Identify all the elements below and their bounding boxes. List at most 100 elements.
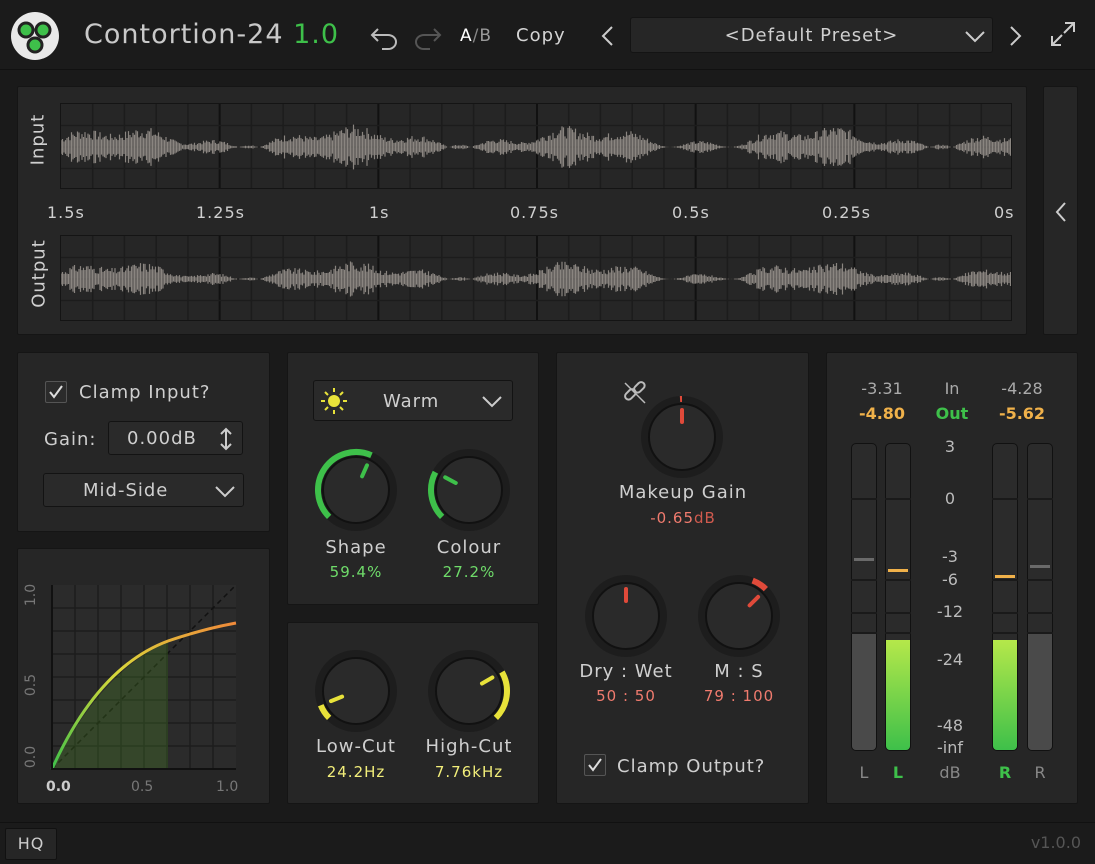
- resize-icon[interactable]: [1049, 20, 1077, 48]
- lowcut-knob[interactable]: [312, 647, 400, 735]
- makeup-gain-value: -0.65dB: [573, 509, 793, 527]
- chevron-down-icon: [482, 396, 502, 408]
- in-right-peak: -4.28: [1001, 379, 1043, 398]
- app-name: Contortion-24: [84, 19, 284, 50]
- clamp-output-label: Clamp Output?: [617, 756, 766, 777]
- time-tick: 1.25s: [196, 203, 245, 222]
- meter-channel-label: R: [998, 763, 1012, 782]
- footer-bar: HQ v1.0.0: [0, 822, 1095, 864]
- meter-scale-tick: -12: [936, 602, 964, 621]
- footer-version: v1.0.0: [1030, 833, 1081, 852]
- input-scope-label: Input: [27, 113, 49, 166]
- meter-scale-tick: -48: [936, 716, 964, 735]
- scope-panel: Input 1.5s 1.25s 1s 0.75s 0.5s 0.25s 0s …: [17, 86, 1027, 335]
- in-label: In: [944, 379, 960, 398]
- meter-scale-tick: -3: [942, 547, 958, 566]
- transfer-curve-graph: [50, 584, 237, 770]
- lowcut-label: Low-Cut: [316, 736, 396, 757]
- dry-wet-knob[interactable]: [582, 572, 670, 660]
- meter-scale-tick: -24: [936, 650, 964, 669]
- curve-x-tick: 0.0: [46, 779, 71, 795]
- updown-arrows-icon[interactable]: [217, 427, 235, 451]
- dry-wet-label: Dry : Wet: [579, 661, 673, 682]
- curve-x-tick: 1.0: [216, 779, 239, 795]
- copy-button[interactable]: Copy: [516, 25, 566, 46]
- top-bar: Contortion-24 1.0 A/B Copy <Default Pres…: [0, 0, 1095, 70]
- makeup-gain-number: -0.65: [650, 509, 694, 527]
- colour-label: Colour: [436, 537, 502, 558]
- output-panel: Makeup Gain -0.65dB Dry : Wet 50 : 50 M …: [556, 352, 809, 804]
- chevron-down-icon: [965, 31, 985, 43]
- meter-channel-label: L: [859, 763, 869, 782]
- prev-preset-icon[interactable]: [598, 24, 618, 48]
- meter-panel: -3.31 In -4.28 -4.80 Out -5.62 3 0 -3 -6…: [826, 352, 1078, 804]
- time-tick: 1s: [369, 203, 390, 222]
- clamp-output-checkbox[interactable]: [584, 754, 606, 776]
- meter-unit: dB: [939, 763, 961, 782]
- side-collapse-button[interactable]: [1043, 86, 1078, 335]
- tone-mode-dropdown[interactable]: Warm: [313, 380, 513, 421]
- out-label: Out: [935, 404, 969, 423]
- clamp-input-checkbox[interactable]: [45, 381, 67, 403]
- curve-y-tick: 0.5: [23, 673, 40, 697]
- meter-channel-label: R: [1034, 763, 1046, 782]
- chevron-left-icon: [1055, 202, 1066, 222]
- checkmark-icon: [49, 385, 63, 399]
- hq-toggle[interactable]: HQ: [5, 828, 57, 860]
- tone-panel: Warm Shape 59.4% Colour 27.2%: [287, 352, 539, 605]
- app-title: Contortion-24 1.0: [84, 19, 339, 50]
- shape-knob[interactable]: [312, 446, 400, 534]
- shape-value: 59.4%: [329, 563, 383, 581]
- highcut-knob[interactable]: [425, 647, 513, 735]
- out-left-peak: -4.80: [858, 404, 906, 423]
- meter-scale-tick: -6: [942, 570, 958, 589]
- colour-knob[interactable]: [425, 446, 513, 534]
- clamp-input-panel: Clamp Input? Gain: 0.00dB Mid-Side: [17, 352, 270, 532]
- highcut-value: 7.76kHz: [434, 763, 504, 781]
- time-axis: 1.5s 1.25s 1s 0.75s 0.5s 0.25s 0s: [43, 203, 1023, 223]
- meter-scale-tick: 3: [944, 437, 956, 456]
- stereo-mode-value: Mid-Side: [83, 480, 169, 501]
- gain-value: 0.00dB: [127, 428, 197, 449]
- shape-label: Shape: [325, 537, 387, 558]
- lowcut-value: 24.2Hz: [326, 763, 386, 781]
- time-tick: 0.5s: [672, 203, 710, 222]
- tone-mode-value: Warm: [383, 391, 440, 412]
- colour-value: 27.2%: [442, 563, 496, 581]
- meter-scale-tick: 0: [944, 489, 956, 508]
- chevron-down-icon: [215, 486, 235, 498]
- ab-a-label: A: [460, 26, 473, 46]
- transfer-curve-panel: 1.0 0.5 0.0 0.0 0.5 1.0: [17, 548, 270, 804]
- mid-side-label: M : S: [714, 661, 764, 682]
- time-tick: 1.5s: [47, 203, 85, 222]
- filter-panel: Low-Cut 24.2Hz High-Cut 7.76kHz: [287, 622, 539, 804]
- output-scope-label: Output: [28, 239, 50, 308]
- output-waveform: [60, 235, 1012, 321]
- meter-scale-tick: -inf: [937, 738, 963, 757]
- in-left-peak: -3.31: [861, 379, 903, 398]
- sun-icon: [321, 388, 347, 414]
- mid-side-knob[interactable]: [695, 572, 783, 660]
- out-right-peak: -5.62: [998, 404, 1046, 423]
- ab-b-label: B: [479, 26, 493, 46]
- curve-y-tick: 0.0: [23, 745, 40, 769]
- preset-name: <Default Preset>: [724, 25, 899, 46]
- mid-side-value: 79 : 100: [703, 687, 775, 705]
- gain-input[interactable]: 0.00dB: [108, 421, 243, 455]
- stereo-mode-dropdown[interactable]: Mid-Side: [43, 473, 244, 507]
- makeup-gain-knob[interactable]: [638, 393, 726, 481]
- time-tick: 0.75s: [510, 203, 559, 222]
- version-badge: 1.0: [293, 19, 340, 50]
- gain-label: Gain:: [44, 429, 97, 450]
- highcut-label: High-Cut: [425, 736, 513, 757]
- makeup-gain-label: Makeup Gain: [618, 482, 748, 503]
- meter-channel-label: L: [892, 763, 904, 782]
- redo-icon[interactable]: [412, 20, 444, 50]
- preset-dropdown[interactable]: <Default Preset>: [630, 17, 993, 53]
- logo-icon: [11, 12, 59, 60]
- undo-icon[interactable]: [368, 20, 400, 50]
- input-waveform: [60, 103, 1012, 189]
- clamp-input-label: Clamp Input?: [79, 382, 211, 403]
- next-preset-icon[interactable]: [1005, 24, 1025, 48]
- ab-toggle[interactable]: A/B: [460, 26, 492, 46]
